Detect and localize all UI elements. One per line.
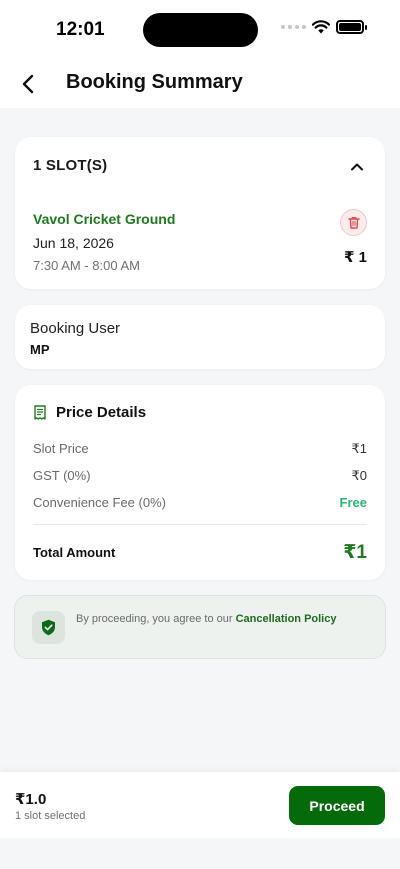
price-row-convenience-fee: Convenience Fee (0%) Free: [33, 495, 367, 510]
total-value: ₹1: [343, 542, 367, 563]
price-row-label: Convenience Fee (0%): [33, 495, 166, 510]
slots-selected-count: 1 slot selected: [15, 810, 86, 822]
back-button[interactable]: [12, 68, 44, 100]
policy-notice: By proceeding, you agree to our Cancella…: [14, 595, 386, 659]
price-details-card: Price Details Slot Price ₹1 GST (0%) ₹0 …: [15, 385, 385, 580]
status-bar: 12:01: [0, 0, 400, 60]
booking-user-value: MP: [30, 342, 50, 357]
collapse-button[interactable]: [345, 154, 369, 178]
policy-text: By proceeding, you agree to our Cancella…: [76, 613, 336, 625]
cancellation-policy-link[interactable]: Cancellation Policy: [236, 613, 337, 625]
slot-card: 1 SLOT(S) Vavol Cricket Ground Jun 18, 2…: [15, 137, 385, 289]
booking-user-card: Booking User MP: [15, 305, 385, 369]
price-row-label: GST (0%): [33, 468, 91, 483]
app-header: Booking Summary: [0, 60, 400, 108]
signal-icon: [281, 25, 306, 29]
price-row-gst: GST (0%) ₹0: [33, 468, 367, 484]
slot-count-label: 1 SLOT(S): [33, 157, 108, 174]
price-details-title: Price Details: [56, 404, 147, 421]
home-indicator-area: [0, 838, 400, 869]
price-row-value: ₹0: [351, 468, 367, 483]
slot-time: 7:30 AM - 8:00 AM: [33, 258, 140, 273]
price-row-value: Free: [339, 495, 367, 510]
booking-user-label: Booking User: [30, 320, 121, 337]
total-row: Total Amount ₹1: [33, 541, 367, 564]
page-title: Booking Summary: [66, 71, 243, 93]
bottom-total: ₹1.0: [15, 791, 47, 808]
price-row-slot: Slot Price ₹1: [33, 441, 367, 457]
status-icons: [281, 20, 367, 34]
bottom-bar: ₹1.0 1 slot selected Proceed: [0, 772, 400, 838]
policy-prefix: By proceeding, you agree to our: [76, 613, 236, 625]
price-divider: [33, 524, 367, 525]
delete-slot-button[interactable]: [340, 209, 367, 236]
venue-name: Vavol Cricket Ground: [33, 211, 176, 227]
status-time: 12:01: [56, 19, 105, 40]
price-row-value: ₹1: [351, 441, 367, 456]
proceed-button[interactable]: Proceed: [289, 786, 385, 825]
dynamic-island: [143, 13, 258, 47]
receipt-icon: [34, 405, 46, 420]
battery-icon: [336, 20, 367, 34]
slot-price: ₹ 1: [344, 249, 367, 266]
wifi-icon: [312, 20, 330, 34]
price-details-header: Price Details: [33, 404, 146, 421]
shield-check-icon: [42, 619, 55, 636]
shield-icon-wrap: [32, 611, 65, 644]
price-row-label: Slot Price: [33, 441, 89, 456]
total-label: Total Amount: [33, 545, 116, 560]
chevron-up-icon: [351, 163, 363, 170]
slot-date: Jun 18, 2026: [33, 235, 114, 251]
trash-icon: [347, 216, 360, 229]
chevron-left-icon: [22, 74, 34, 94]
